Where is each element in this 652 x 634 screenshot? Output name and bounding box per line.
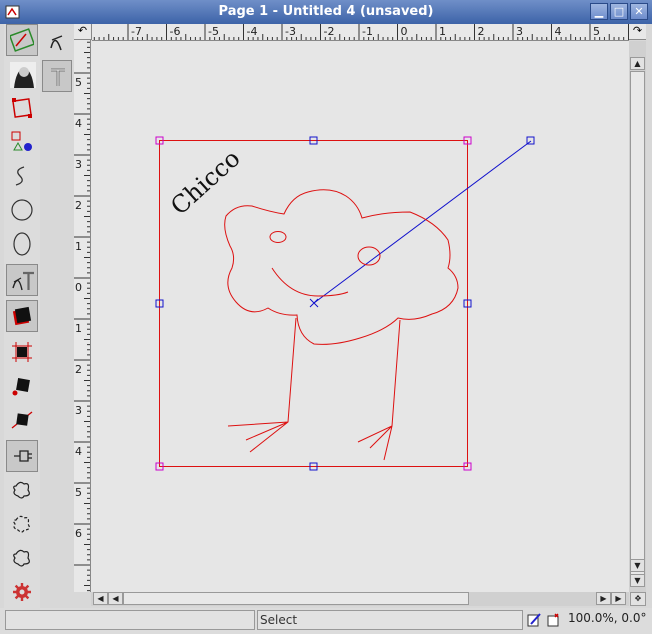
ruler-label: 5 bbox=[75, 76, 82, 89]
status-left-panel bbox=[5, 610, 255, 630]
drawing-canvas[interactable]: Chicco bbox=[91, 41, 629, 592]
freehand-tool[interactable] bbox=[6, 160, 38, 192]
ruler-label: -6 bbox=[170, 25, 181, 38]
blob-tool-3[interactable] bbox=[6, 542, 38, 574]
ruler-label: 2 bbox=[75, 199, 82, 212]
scroll-right-button-2[interactable]: ▶ bbox=[611, 592, 626, 605]
zoom-tool[interactable] bbox=[6, 58, 38, 90]
vertical-scrollbar[interactable]: ▲ ▼ ▼ bbox=[629, 41, 646, 592]
window-title: Page 1 - Untitled 4 (unsaved) bbox=[218, 4, 434, 19]
rectangle-tool[interactable] bbox=[6, 92, 38, 124]
text-transform-tool[interactable] bbox=[6, 264, 38, 296]
scroll-down-button[interactable]: ▼ bbox=[630, 559, 645, 572]
zoom-fit-button[interactable]: ✥ bbox=[630, 592, 646, 606]
text-tool-icon bbox=[12, 271, 34, 291]
ruler-label: -4 bbox=[247, 25, 258, 38]
object-line-tool[interactable] bbox=[6, 404, 38, 436]
shapes-icon bbox=[11, 131, 32, 151]
ruler-label: 3 bbox=[75, 404, 82, 417]
circle-tool[interactable] bbox=[6, 194, 38, 226]
close-button[interactable]: ✕ bbox=[630, 3, 648, 20]
ruler-label: -1 bbox=[362, 25, 373, 38]
ruler-label: 5 bbox=[593, 25, 600, 38]
toolbox bbox=[4, 24, 40, 608]
status-tool-text: Select bbox=[257, 610, 523, 630]
text-subtool[interactable] bbox=[42, 60, 72, 92]
grid-object-tool[interactable] bbox=[6, 336, 38, 368]
pencil-icon bbox=[527, 613, 541, 627]
ruler-label: 1 bbox=[75, 322, 82, 335]
ruler-label: 0 bbox=[75, 281, 82, 294]
align-tool[interactable] bbox=[6, 440, 38, 472]
curve-subtool[interactable] bbox=[42, 24, 72, 56]
blob-dashed-icon bbox=[13, 515, 30, 533]
grid-object-icon bbox=[12, 342, 32, 362]
selector-tool[interactable] bbox=[6, 24, 38, 56]
circle-icon bbox=[11, 199, 33, 221]
ruler-label: -5 bbox=[208, 25, 219, 38]
ruler-label: 4 bbox=[555, 25, 562, 38]
t-icon bbox=[51, 68, 65, 86]
blob-dotted-icon bbox=[13, 549, 30, 567]
freehand-drawing[interactable] bbox=[224, 189, 459, 461]
horizontal-scrollbar[interactable]: ◀ ◀ ▶ ▶ bbox=[91, 592, 629, 606]
ruler-label: 4 bbox=[75, 445, 82, 458]
maximize-button[interactable]: □ bbox=[610, 3, 628, 20]
horizontal-scroll-thumb[interactable] bbox=[123, 592, 469, 605]
ruler-label: 1 bbox=[75, 240, 82, 253]
selector-icon bbox=[10, 28, 34, 52]
ruler-label: 2 bbox=[478, 25, 485, 38]
ruler-label: -3 bbox=[285, 25, 296, 38]
scroll-up-button[interactable]: ▲ bbox=[630, 57, 645, 70]
shapes-tool[interactable] bbox=[6, 126, 38, 158]
ruler-label: 3 bbox=[516, 25, 523, 38]
object-point-tool[interactable] bbox=[6, 370, 38, 402]
rotation-center-marker[interactable] bbox=[309, 298, 319, 308]
ruler-label: 3 bbox=[75, 158, 82, 171]
fill-tool[interactable] bbox=[6, 300, 38, 332]
status-bar: Select 100.0%, 0.0° bbox=[0, 608, 652, 634]
ruler-label: 6 bbox=[75, 527, 82, 540]
zoom-rotation-readout: 100.0%, 0.0° bbox=[568, 611, 647, 625]
scroll-left-button[interactable]: ◀ bbox=[93, 592, 108, 605]
blob-tool-2[interactable] bbox=[6, 508, 38, 540]
ruler-label: 4 bbox=[75, 117, 82, 130]
portrait-icon bbox=[10, 62, 36, 88]
gear-icon bbox=[13, 583, 31, 601]
object-point-icon bbox=[12, 378, 30, 396]
fill-icon bbox=[12, 306, 32, 326]
ruler-label: 5 bbox=[75, 486, 82, 499]
subtoolbox bbox=[40, 24, 74, 94]
title-bar: Page 1 - Untitled 4 (unsaved) ▁ □ ✕ bbox=[0, 0, 652, 24]
fill-status-icon bbox=[547, 613, 559, 627]
ellipse-icon bbox=[13, 232, 31, 256]
freehand-icon bbox=[15, 166, 25, 186]
blob-icon bbox=[13, 481, 30, 499]
scroll-right-button[interactable]: ▶ bbox=[596, 592, 611, 605]
vertical-ruler: 5 4 3 2 1 0 1 2 3 4 5 6 bbox=[74, 40, 91, 592]
scroll-left-button-2[interactable]: ◀ bbox=[108, 592, 123, 605]
minimize-button[interactable]: ▁ bbox=[590, 3, 608, 20]
rotation-handle-line bbox=[313, 140, 532, 304]
blob-tool-1[interactable] bbox=[6, 474, 38, 506]
scroll-down-button-2[interactable]: ▼ bbox=[630, 574, 645, 587]
object-line-icon bbox=[11, 411, 33, 429]
ruler-corner-redo[interactable]: ↷ bbox=[629, 24, 646, 40]
settings-tool[interactable] bbox=[6, 576, 38, 608]
ruler-corner-undo[interactable]: ↶ bbox=[74, 24, 92, 40]
ruler-label: -2 bbox=[324, 25, 335, 38]
x-curve-icon bbox=[50, 35, 63, 51]
ruler-label: -7 bbox=[131, 25, 142, 38]
align-icon bbox=[14, 450, 32, 462]
horizontal-ruler: -7-6-5-4-3-2-10123456 bbox=[92, 24, 629, 41]
ellipse-tool[interactable] bbox=[6, 228, 38, 260]
ruler-label: 1 bbox=[439, 25, 446, 38]
ruler-label: 0 bbox=[401, 25, 408, 38]
ruler-label: 2 bbox=[75, 363, 82, 376]
rectangle-icon bbox=[12, 98, 32, 118]
vertical-scroll-thumb[interactable] bbox=[630, 71, 645, 581]
